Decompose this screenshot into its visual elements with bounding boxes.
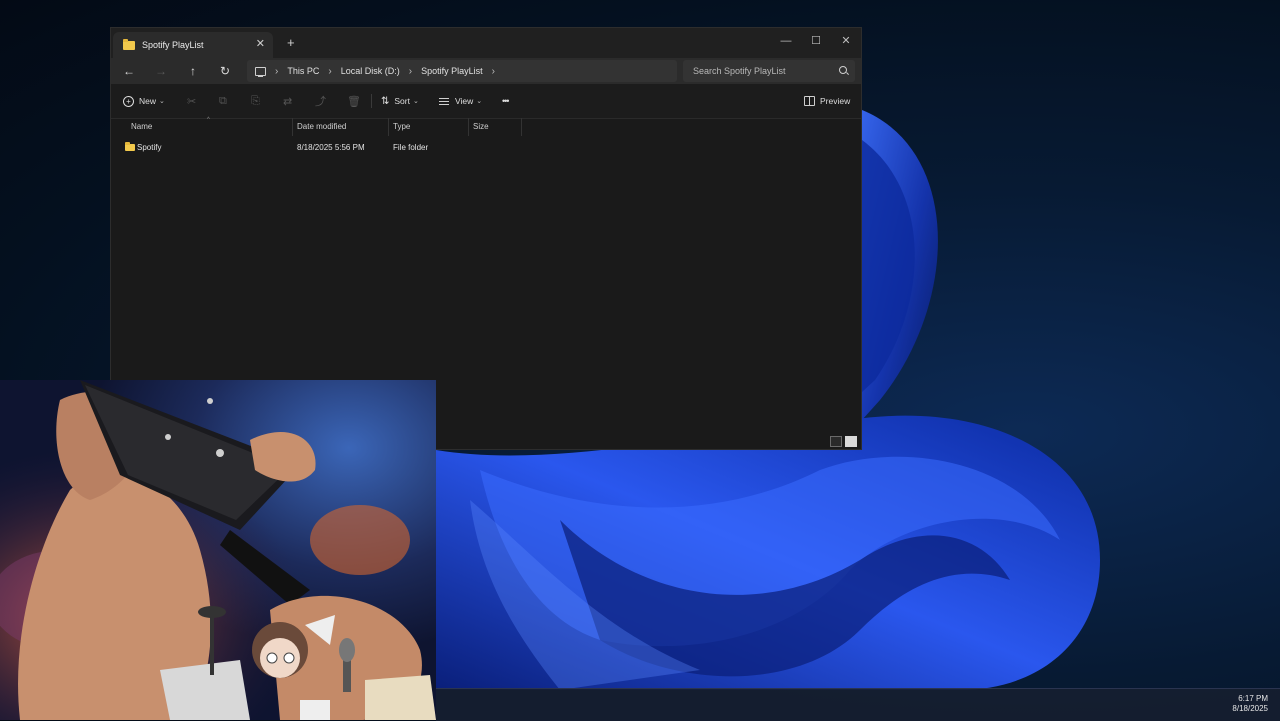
column-header-type[interactable]: Type (393, 122, 410, 131)
navigation-bar: ← → ↑ ↻ › This PC › Local Disk (D:) › Sp… (111, 58, 861, 84)
taskbar: 6:17 PM 8/18/2025 (436, 688, 1280, 721)
this-pc-icon (255, 66, 266, 77)
rename-icon[interactable]: ⇄ (283, 93, 292, 109)
share-icon[interactable]: ⤴ (315, 93, 326, 109)
preview-label: Preview (820, 96, 851, 106)
new-button[interactable]: + New ⌄ (123, 93, 165, 109)
large-icons-view-icon[interactable] (845, 436, 857, 447)
column-divider[interactable] (388, 118, 389, 136)
close-tab-icon[interactable]: ✕ (256, 37, 265, 50)
sort-button[interactable]: ⇅ Sort ⌄ (381, 93, 419, 109)
up-button[interactable]: ↑ (185, 63, 201, 79)
preview-button[interactable]: Preview (804, 93, 850, 109)
search-input[interactable]: Search Spotify PlayList (683, 60, 855, 82)
view-label: View (455, 96, 474, 106)
system-clock[interactable]: 6:17 PM 8/18/2025 (1232, 694, 1268, 714)
column-header-name[interactable]: Name (131, 122, 152, 131)
breadcrumb-separator[interactable]: › (275, 66, 278, 77)
delete-icon[interactable]: 🗑 (347, 93, 361, 109)
minimize-button[interactable]: — (771, 32, 801, 50)
breadcrumb-separator[interactable]: › (328, 66, 331, 77)
address-bar[interactable]: › This PC › Local Disk (D:) › Spotify Pl… (247, 60, 677, 82)
maximize-button[interactable]: ☐ (801, 32, 831, 50)
chevron-down-icon: ⌄ (476, 98, 483, 105)
command-bar: + New ⌄ ✂ ⧉ ⎘ ⇄ ⤴ 🗑 ⇅ Sort ⌄ View ⌄ ••• … (111, 84, 861, 119)
breadcrumb-spotify-playlist[interactable]: Spotify PlayList (421, 66, 483, 76)
column-header-date-modified[interactable]: Date modified (297, 122, 346, 131)
column-header-size[interactable]: Size (473, 122, 489, 131)
file-name: Spotify (137, 143, 162, 152)
column-divider[interactable] (292, 118, 293, 136)
title-bar: Spotify PlayList ✕ + — ☐ ✕ (111, 28, 861, 58)
layout-toggle (830, 436, 857, 447)
breadcrumb-this-pc[interactable]: This PC (287, 66, 319, 76)
close-window-button[interactable]: ✕ (831, 32, 861, 50)
webcam-overlay (0, 380, 436, 720)
search-placeholder: Search Spotify PlayList (693, 66, 786, 76)
back-button[interactable]: ← (121, 63, 137, 79)
cut-icon[interactable]: ✂ (187, 93, 196, 109)
sort-label: Sort (394, 96, 410, 106)
file-date-modified: 8/18/2025 5:56 PM (297, 143, 365, 152)
file-type: File folder (393, 143, 429, 152)
plus-icon: + (123, 95, 134, 107)
chevron-down-icon: ⌄ (412, 98, 419, 105)
toolbar-divider (371, 94, 372, 108)
file-row-spotify[interactable]: Spotify 8/18/2025 5:56 PM File folder (111, 139, 531, 157)
search-icon (839, 66, 847, 74)
column-divider[interactable] (468, 118, 469, 136)
new-label: New (139, 96, 157, 106)
breadcrumb-local-disk[interactable]: Local Disk (D:) (341, 66, 400, 76)
more-options-button[interactable]: ••• (502, 93, 510, 109)
folder-icon (123, 38, 135, 50)
details-view-icon[interactable] (830, 436, 842, 447)
breadcrumb-separator[interactable]: › (492, 66, 495, 77)
column-headers: ^ Name Date modified Type Size (111, 117, 861, 136)
forward-button[interactable]: → (153, 63, 169, 79)
tab-title: Spotify PlayList (142, 40, 204, 50)
tab-spotify-playlist[interactable]: Spotify PlayList ✕ (113, 32, 273, 58)
new-tab-button[interactable]: + (287, 36, 295, 49)
clock-time: 6:17 PM (1238, 694, 1268, 703)
folder-icon (125, 142, 135, 151)
refresh-button[interactable]: ↻ (217, 63, 233, 79)
paste-icon[interactable]: ⎘ (251, 93, 260, 109)
copy-icon[interactable]: ⧉ (219, 93, 227, 109)
column-divider[interactable] (521, 118, 522, 136)
view-button[interactable]: View ⌄ (439, 93, 482, 109)
view-icon (439, 97, 449, 105)
preview-pane-icon (804, 96, 815, 106)
breadcrumb-separator[interactable]: › (409, 66, 412, 77)
sort-caret-icon: ^ (207, 117, 210, 123)
chevron-down-icon: ⌄ (159, 98, 165, 105)
sort-icon: ⇅ (381, 95, 390, 107)
clock-date: 8/18/2025 (1232, 704, 1268, 713)
